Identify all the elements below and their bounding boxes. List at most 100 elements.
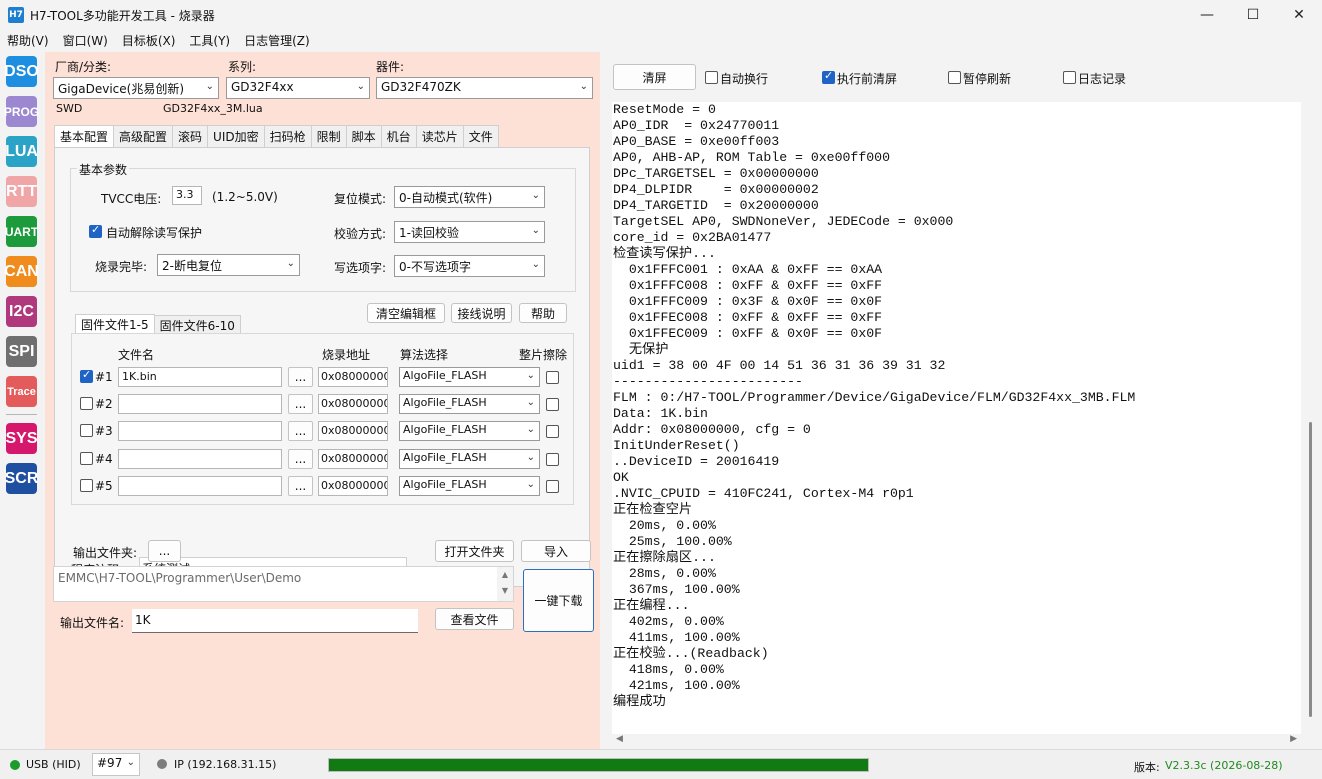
- help-button[interactable]: 帮助: [519, 303, 567, 323]
- firmware-full-erase-checkbox[interactable]: [546, 480, 559, 493]
- menu-tools[interactable]: 工具(Y): [182, 30, 237, 52]
- sidebar-separator: [6, 414, 37, 415]
- close-button[interactable]: ✕: [1276, 0, 1322, 30]
- firmware-file-input[interactable]: [118, 449, 282, 469]
- sidebar-button-lua[interactable]: LUA: [5, 136, 38, 167]
- clear-edit-button[interactable]: 清空编辑框: [367, 303, 445, 323]
- firmware-browse-button[interactable]: ...: [288, 449, 313, 469]
- firmware-algo-select[interactable]: AlgoFile_FLASH ⌄: [399, 476, 540, 496]
- firmware-algo-select[interactable]: AlgoFile_FLASH ⌄: [399, 449, 540, 469]
- tvcc-input[interactable]: 3.3: [172, 186, 202, 205]
- sidebar-button-dso[interactable]: DSO: [4, 56, 39, 87]
- log-record-checkbox[interactable]: [1063, 71, 1076, 84]
- firmware-file-input[interactable]: [118, 394, 282, 414]
- option-bytes-select[interactable]: 0-不写选项字 ⌄: [394, 255, 545, 277]
- firmware-full-erase-checkbox[interactable]: [546, 453, 559, 466]
- sidebar-button-uart[interactable]: UART: [5, 216, 38, 247]
- tab-script[interactable]: 脚本: [345, 125, 382, 147]
- console-line: 25ms, 100.00%: [613, 534, 732, 549]
- firmware-browse-button[interactable]: ...: [288, 421, 313, 441]
- menu-help[interactable]: 帮助(V): [0, 30, 56, 52]
- clear-screen-button[interactable]: 清屏: [613, 64, 696, 90]
- tab-basic[interactable]: 基本配置: [54, 125, 115, 149]
- finish-select[interactable]: 2-断电复位 ⌄: [157, 254, 300, 276]
- wiring-button[interactable]: 接线说明: [451, 303, 512, 323]
- open-folder-button[interactable]: 打开文件夹: [435, 540, 514, 562]
- path-scrollbar[interactable]: ▲ ▼: [497, 567, 513, 601]
- output-name-input[interactable]: 1K: [132, 609, 418, 633]
- sidebar-button-can[interactable]: CAN: [4, 256, 39, 287]
- output-path-box[interactable]: EMMC\H7-TOOL\Programmer\User\Demo ▲ ▼: [53, 566, 514, 602]
- one-click-download-button[interactable]: 一键下载: [523, 569, 594, 632]
- pause-refresh-checkbox[interactable]: [948, 71, 961, 84]
- sidebar-button-trace[interactable]: Trace: [6, 376, 37, 407]
- firmware-algo-select[interactable]: AlgoFile_FLASH ⌄: [399, 421, 540, 441]
- clear-before-checkbox[interactable]: [822, 69, 835, 84]
- console-hscrollbar[interactable]: ◀ ▶: [612, 734, 1301, 748]
- firmware-address-input[interactable]: 0x08000000: [318, 367, 388, 387]
- output-folder-browse-button[interactable]: ...: [148, 540, 181, 562]
- view-file-button[interactable]: 查看文件: [435, 608, 514, 630]
- reset-mode-select[interactable]: 0-自动模式(软件) ⌄: [394, 186, 545, 208]
- firmware-enable-checkbox[interactable]: [80, 368, 93, 383]
- firmware-algo-select[interactable]: AlgoFile_FLASH ⌄: [399, 367, 540, 387]
- tab-firmware-6-10[interactable]: 固件文件6-10: [153, 315, 241, 335]
- chevron-down-icon: ⌄: [526, 452, 535, 463]
- tab-machine[interactable]: 机台: [380, 125, 417, 147]
- scroll-right-icon[interactable]: ▶: [1290, 734, 1297, 744]
- tab-rolling-code[interactable]: 滚码: [172, 125, 209, 147]
- maximize-button[interactable]: ☐: [1230, 0, 1276, 30]
- firmware-enable-checkbox[interactable]: [80, 424, 93, 437]
- firmware-enable-checkbox[interactable]: [80, 397, 93, 410]
- firmware-enable-checkbox[interactable]: [80, 452, 93, 465]
- sidebar-button-i2c[interactable]: I2C: [6, 296, 37, 327]
- tab-firmware-1-5[interactable]: 固件文件1-5: [75, 314, 155, 335]
- firmware-address-input[interactable]: 0x08000000: [318, 394, 388, 414]
- firmware-full-erase-checkbox[interactable]: [546, 425, 559, 438]
- sidebar-button-sys[interactable]: SYS: [6, 423, 38, 454]
- verify-select[interactable]: 1-读回校验 ⌄: [394, 221, 545, 243]
- firmware-full-erase-checkbox[interactable]: [546, 371, 559, 384]
- chevron-down-icon: ⌄: [126, 757, 135, 768]
- sidebar-button-prog[interactable]: PROG: [4, 96, 39, 127]
- console-scrollbar[interactable]: [1302, 102, 1320, 748]
- firmware-file-input[interactable]: [118, 476, 282, 496]
- chevron-down-icon: ⌄: [205, 81, 214, 92]
- device-select[interactable]: GD32F470ZK ⌄: [376, 77, 593, 99]
- firmware-address-input[interactable]: 0x08000000: [318, 421, 388, 441]
- import-button[interactable]: 导入: [521, 540, 591, 562]
- tab-scanner[interactable]: 扫码枪: [263, 125, 312, 147]
- log-console[interactable]: ResetMode = 0 AP0_IDR = 0x24770011 AP0_BAS…: [612, 102, 1301, 748]
- auto-unprotect-checkbox[interactable]: [89, 223, 102, 238]
- scroll-down-icon[interactable]: ▼: [502, 586, 508, 595]
- firmware-browse-button[interactable]: ...: [288, 394, 313, 414]
- firmware-algo-select[interactable]: AlgoFile_FLASH ⌄: [399, 394, 540, 414]
- minimize-button[interactable]: —: [1184, 0, 1230, 30]
- scroll-thumb[interactable]: [1309, 422, 1312, 717]
- tab-uid-encrypt[interactable]: UID加密: [207, 125, 265, 147]
- menu-target[interactable]: 目标板(X): [115, 30, 183, 52]
- firmware-browse-button[interactable]: ...: [288, 367, 313, 387]
- scroll-up-icon[interactable]: ▲: [502, 570, 508, 579]
- firmware-full-erase-checkbox[interactable]: [546, 398, 559, 411]
- tab-limit[interactable]: 限制: [310, 125, 347, 147]
- menu-log[interactable]: 日志管理(Z): [237, 30, 317, 52]
- port-select[interactable]: #97 ⌄: [92, 753, 140, 776]
- auto-wrap-checkbox[interactable]: [705, 71, 718, 84]
- sidebar-button-scr[interactable]: SCR: [5, 463, 38, 494]
- menu-window[interactable]: 窗口(W): [56, 30, 115, 52]
- firmware-address-input[interactable]: 0x08000000: [318, 476, 388, 496]
- firmware-file-input[interactable]: [118, 421, 282, 441]
- scroll-left-icon[interactable]: ◀: [616, 734, 623, 744]
- firmware-enable-checkbox[interactable]: [80, 479, 93, 492]
- firmware-address-input[interactable]: 0x08000000: [318, 449, 388, 469]
- tab-file[interactable]: 文件: [462, 125, 499, 147]
- sidebar-button-rtt[interactable]: RTT: [6, 176, 37, 207]
- tab-read-chip[interactable]: 读芯片: [415, 125, 464, 147]
- vendor-select[interactable]: GigaDevice(兆易创新) ⌄: [53, 77, 219, 99]
- tab-advanced[interactable]: 高级配置: [113, 125, 174, 147]
- sidebar-button-spi[interactable]: SPI: [6, 336, 37, 367]
- firmware-browse-button[interactable]: ...: [288, 476, 313, 496]
- firmware-file-input[interactable]: 1K.bin: [118, 367, 282, 387]
- series-select[interactable]: GD32F4xx ⌄: [226, 77, 370, 99]
